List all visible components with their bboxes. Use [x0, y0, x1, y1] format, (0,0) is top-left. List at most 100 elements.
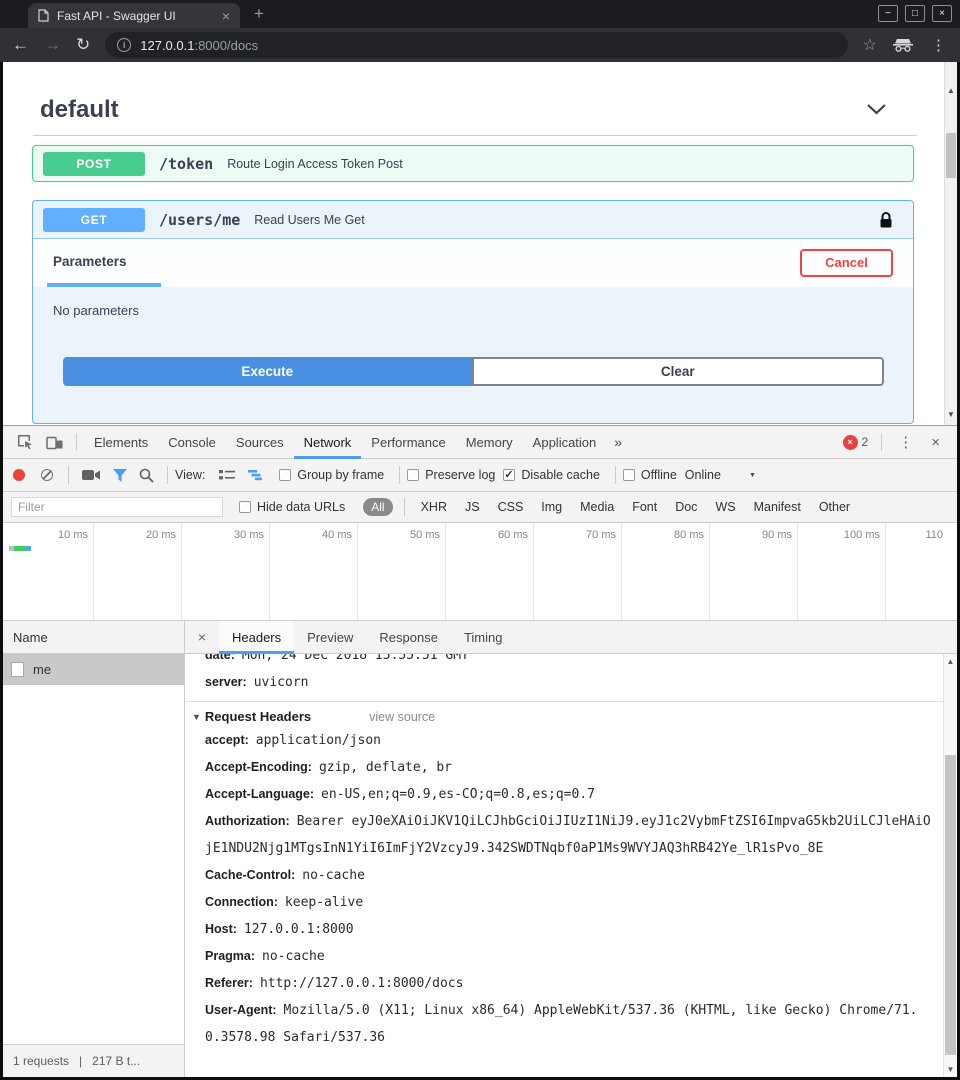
tab-sources[interactable]: Sources: [226, 426, 294, 458]
preserve-log-checkbox[interactable]: [407, 469, 419, 481]
tab-parameters[interactable]: Parameters: [47, 239, 161, 287]
device-toolbar-icon[interactable]: [40, 435, 69, 450]
endpoint-path: /users/me: [159, 211, 240, 229]
tab-network[interactable]: Network: [294, 426, 362, 458]
close-button[interactable]: ×: [932, 5, 952, 22]
chevron-down-icon[interactable]: [866, 103, 887, 115]
filter-type-xhr[interactable]: XHR: [412, 500, 456, 514]
network-status-bar: 1 requests | 217 B t...: [3, 1044, 184, 1077]
tab-application[interactable]: Application: [523, 426, 607, 458]
scroll-up-icon[interactable]: ▲: [945, 86, 957, 95]
disable-cache-checkbox[interactable]: [503, 469, 515, 481]
filter-type-ws[interactable]: WS: [706, 500, 744, 514]
filter-type-media[interactable]: Media: [571, 500, 623, 514]
hide-data-urls-label: Hide data URLs: [257, 500, 345, 514]
filter-funnel-icon[interactable]: [107, 469, 133, 482]
request-row-me[interactable]: me: [3, 654, 184, 685]
filter-input[interactable]: [11, 497, 223, 517]
timeline-tick: 60 ms: [446, 523, 534, 620]
window-border-left: [0, 62, 3, 1080]
swagger-page: default POST /token Route Login Access T…: [3, 62, 957, 425]
timeline-tick: 10 ms: [3, 523, 94, 620]
browser-tab[interactable]: Fast API - Swagger UI ×: [28, 3, 240, 28]
requests-count: 1 requests: [13, 1054, 69, 1068]
scroll-up-icon[interactable]: ▲: [944, 657, 957, 666]
endpoint-summary: Route Login Access Token Post: [227, 157, 403, 171]
detail-close-icon[interactable]: ×: [185, 621, 219, 653]
filter-type-manifest[interactable]: Manifest: [745, 500, 810, 514]
offline-label: Offline: [641, 468, 677, 482]
bookmark-star-icon[interactable]: ☆: [863, 35, 877, 55]
detail-tabbar: × Headers Preview Response Timing: [185, 621, 957, 654]
clear-button[interactable]: Clear: [472, 357, 885, 386]
filter-type-img[interactable]: Img: [532, 500, 571, 514]
devtools-panel: Elements Console Sources Network Perform…: [3, 425, 957, 1077]
browser-menu-icon[interactable]: ⋮: [929, 36, 948, 54]
devtools-menu-icon[interactable]: ⋮: [889, 433, 922, 451]
request-headers-section[interactable]: ▼ Request Headers view source: [185, 701, 957, 727]
group-by-frame-checkbox[interactable]: [279, 469, 291, 481]
view-source-link[interactable]: view source: [369, 710, 435, 724]
maximize-button[interactable]: □: [905, 5, 925, 22]
network-overview-timeline[interactable]: 10 ms 20 ms 30 ms 40 ms 50 ms 60 ms 70 m…: [3, 523, 957, 621]
reload-icon[interactable]: ↻: [76, 35, 90, 55]
tab-memory[interactable]: Memory: [456, 426, 523, 458]
inspect-element-icon[interactable]: [11, 434, 40, 450]
error-badge-icon[interactable]: ×: [843, 435, 858, 450]
endpoint-path: /token: [159, 155, 213, 173]
site-info-icon[interactable]: i: [117, 38, 131, 52]
tab-preview[interactable]: Preview: [294, 621, 366, 653]
throttling-select[interactable]: Online: [685, 468, 721, 482]
detail-scrollbar[interactable]: ▲ ▼: [943, 654, 957, 1077]
timeline-tick: 110: [886, 523, 957, 620]
lock-icon[interactable]: [879, 211, 893, 229]
forward-icon[interactable]: →: [44, 35, 61, 55]
section-divider: [33, 135, 917, 136]
minimize-button[interactable]: −: [878, 5, 898, 22]
tab-performance[interactable]: Performance: [361, 426, 455, 458]
filter-type-js[interactable]: JS: [456, 500, 489, 514]
hide-data-urls-checkbox[interactable]: [239, 501, 251, 513]
new-tab-button[interactable]: +: [254, 4, 264, 24]
scroll-down-icon[interactable]: ▼: [945, 410, 957, 419]
tab-close-icon[interactable]: ×: [222, 10, 230, 22]
cancel-button[interactable]: Cancel: [800, 249, 893, 277]
response-header-row: server:uvicorn: [185, 669, 957, 696]
back-icon[interactable]: ←: [12, 35, 29, 55]
filter-type-css[interactable]: CSS: [489, 500, 533, 514]
tab-response[interactable]: Response: [366, 621, 451, 653]
record-icon[interactable]: [13, 469, 25, 481]
execute-button[interactable]: Execute: [63, 357, 472, 386]
devtools-tabbar: Elements Console Sources Network Perform…: [3, 426, 957, 459]
scrollbar-thumb[interactable]: [945, 755, 956, 1055]
offline-checkbox[interactable]: [623, 469, 635, 481]
address-bar[interactable]: i 127.0.0.1:8000/docs: [105, 32, 847, 58]
overview-view-icon[interactable]: [241, 469, 269, 481]
filter-type-font[interactable]: Font: [623, 500, 666, 514]
page-scrollbar[interactable]: ▲ ▼: [944, 62, 957, 425]
request-rows-view-icon[interactable]: [213, 469, 241, 481]
screenshot-camera-icon[interactable]: [76, 469, 107, 481]
more-tabs-icon[interactable]: »: [606, 434, 630, 450]
endpoint-post-token[interactable]: POST /token Route Login Access Token Pos…: [32, 145, 914, 182]
tab-headers[interactable]: Headers: [219, 621, 294, 653]
name-column-header[interactable]: Name: [3, 621, 184, 654]
filter-type-other[interactable]: Other: [810, 500, 859, 514]
dropdown-caret-icon[interactable]: ▼: [749, 472, 756, 479]
tab-timing[interactable]: Timing: [451, 621, 516, 653]
devtools-close-icon[interactable]: ×: [922, 434, 949, 451]
scroll-down-icon[interactable]: ▼: [944, 1065, 957, 1074]
search-icon[interactable]: [133, 468, 160, 483]
request-header-row: Cache-Control:no-cache: [185, 862, 957, 889]
filter-type-all[interactable]: All: [363, 498, 392, 516]
tab-elements[interactable]: Elements: [84, 426, 158, 458]
tab-console[interactable]: Console: [158, 426, 226, 458]
disclosure-triangle-icon[interactable]: ▼: [192, 712, 201, 722]
clear-requests-icon[interactable]: [41, 469, 53, 481]
request-header-row: Accept-Language:en-US,en;q=0.9,es-CO;q=0…: [185, 781, 957, 808]
endpoint-header[interactable]: GET /users/me Read Users Me Get: [33, 201, 913, 239]
request-header-row: User-Agent:Mozilla/5.0 (X11; Linux x86_6…: [185, 997, 957, 1051]
error-count: 2: [862, 435, 869, 449]
filter-type-doc[interactable]: Doc: [666, 500, 706, 514]
scrollbar-thumb[interactable]: [946, 133, 956, 178]
